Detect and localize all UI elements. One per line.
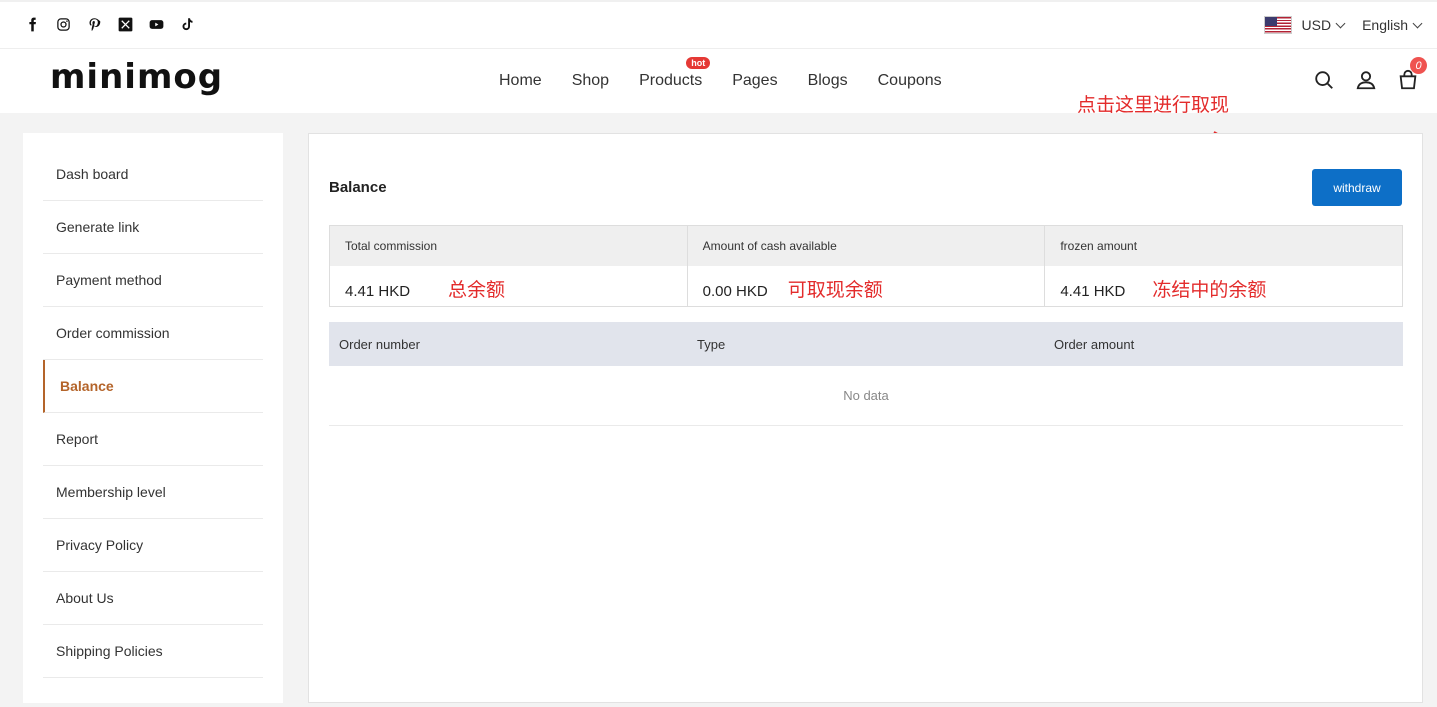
x-twitter-icon[interactable] xyxy=(117,16,134,33)
summary-value-row: 4.41 HKD 冻结中的余额 xyxy=(1045,266,1402,306)
chevron-down-icon xyxy=(1412,18,1423,28)
sidebar-item-privacy-policy[interactable]: Privacy Policy xyxy=(43,519,263,572)
us-flag-icon xyxy=(1263,16,1292,34)
sidebar-item-payment-method[interactable]: Payment method xyxy=(43,254,263,307)
balance-summary: Total commission 4.41 HKD 总余额 Amount of … xyxy=(329,225,1403,307)
currency-selector[interactable]: USD xyxy=(1301,17,1346,33)
balance-panel: Balance withdraw Total commission 4.41 H… xyxy=(308,133,1423,703)
summary-total-commission: Total commission 4.41 HKD 总余额 xyxy=(330,226,688,306)
language-selector[interactable]: English xyxy=(1362,17,1423,33)
site-logo[interactable]: minimog xyxy=(50,57,223,97)
sidebar-item-report[interactable]: Report xyxy=(43,413,263,466)
nav-pages[interactable]: Pages xyxy=(732,72,777,90)
cart-icon[interactable]: 0 xyxy=(1397,57,1427,91)
cart-count-badge: 0 xyxy=(1410,57,1427,74)
summary-value-row: 0.00 HKD 可取现余额 xyxy=(688,266,1045,306)
header-actions: 0 xyxy=(1313,57,1427,91)
summary-value: 0.00 HKD xyxy=(702,283,768,300)
sidebar-item-membership-level[interactable]: Membership level xyxy=(43,466,263,519)
top-bar: USD English xyxy=(0,0,1437,49)
account-icon[interactable] xyxy=(1355,69,1377,91)
sidebar-item-shipping-policies[interactable]: Shipping Policies xyxy=(43,625,263,678)
column-header-type: Type xyxy=(697,336,726,352)
page-title: Balance xyxy=(329,179,387,196)
chevron-down-icon xyxy=(1335,18,1346,28)
summary-cash-available: Amount of cash available 0.00 HKD 可取现余额 xyxy=(687,226,1046,306)
sidebar-item-order-commission[interactable]: Order commission xyxy=(43,307,263,360)
sidebar-item-balance[interactable]: Balance xyxy=(43,360,263,413)
facebook-icon[interactable] xyxy=(24,16,41,33)
social-links xyxy=(24,16,196,33)
nav-coupons[interactable]: Coupons xyxy=(878,72,942,90)
nav-products[interactable]: Products hot xyxy=(639,57,711,90)
nav-shop[interactable]: Shop xyxy=(572,72,609,90)
available-hint-annotation: 可取现余额 xyxy=(787,279,883,301)
language-label: English xyxy=(1362,17,1408,33)
total-hint-annotation: 总余额 xyxy=(448,279,506,301)
column-header-order-number: Order number xyxy=(339,336,420,352)
sidebar-item-dashboard[interactable]: Dash board xyxy=(43,148,263,201)
tiktok-icon[interactable] xyxy=(179,16,196,33)
search-icon[interactable] xyxy=(1313,69,1335,91)
instagram-icon[interactable] xyxy=(55,16,72,33)
main-nav: Home Shop Products hot Pages Blogs Coupo… xyxy=(499,57,942,90)
sidebar-item-generate-link[interactable]: Generate link xyxy=(43,201,263,254)
sidebar-item-about-us[interactable]: About Us xyxy=(43,572,263,625)
nav-home[interactable]: Home xyxy=(499,72,542,90)
hot-badge: hot xyxy=(686,57,711,69)
summary-value: 4.41 HKD xyxy=(1060,283,1126,300)
nav-products-label: Products xyxy=(639,72,703,89)
currency-label: USD xyxy=(1301,17,1332,33)
pinterest-icon[interactable] xyxy=(86,16,103,33)
summary-value-row: 4.41 HKD 总余额 xyxy=(330,266,687,306)
summary-frozen-amount: frozen amount 4.41 HKD 冻结中的余额 xyxy=(1045,226,1403,306)
locale-switcher: USD English xyxy=(1263,16,1423,34)
nav-blogs[interactable]: Blogs xyxy=(808,72,848,90)
summary-value: 4.41 HKD xyxy=(345,283,411,300)
orders-table-header: Order number Type Order amount xyxy=(329,322,1403,366)
frozen-hint-annotation: 冻结中的余额 xyxy=(1152,279,1267,301)
summary-label: Amount of cash available xyxy=(687,226,1045,266)
account-sidebar: Dash board Generate link Payment method … xyxy=(23,133,283,703)
summary-label: Total commission xyxy=(330,226,687,266)
youtube-icon[interactable] xyxy=(148,16,165,33)
empty-state: No data xyxy=(329,366,1403,426)
withdraw-hint-annotation: 点击这里进行取现 xyxy=(1077,94,1230,116)
summary-label: frozen amount xyxy=(1045,226,1403,266)
withdraw-button[interactable]: withdraw xyxy=(1312,169,1402,206)
column-header-order-amount: Order amount xyxy=(1054,336,1135,352)
